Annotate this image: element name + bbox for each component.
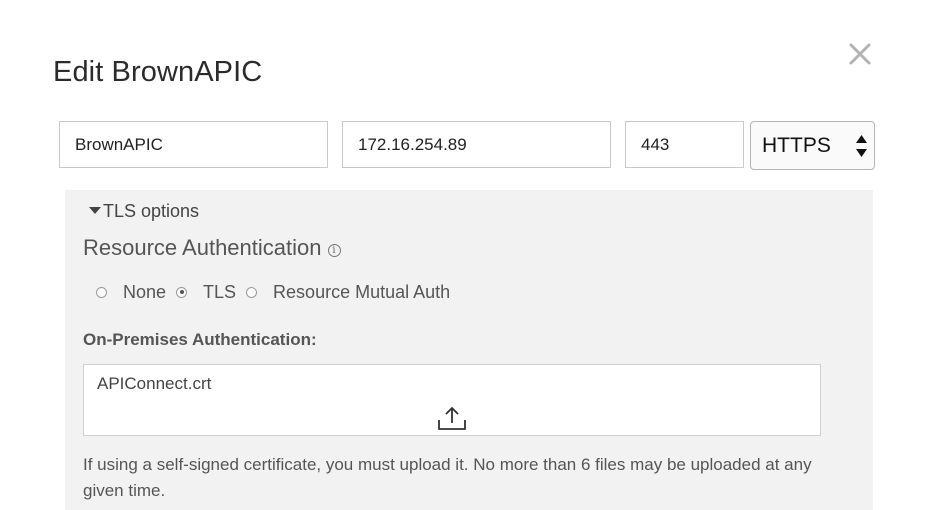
close-icon[interactable] bbox=[846, 40, 874, 68]
radio-label: TLS bbox=[203, 281, 237, 302]
uploaded-file-name: APIConnect.crt bbox=[97, 374, 212, 393]
port-input[interactable] bbox=[625, 121, 744, 168]
upload-note: If using a self-signed certificate, you … bbox=[83, 455, 812, 500]
radio-option-resource-mutual-auth[interactable]: Resource Mutual Auth bbox=[246, 282, 450, 303]
radio-option-none[interactable]: None bbox=[96, 282, 166, 303]
tls-options-panel: TLS options Resource Authentication i Non… bbox=[65, 190, 873, 510]
radio-label: None bbox=[123, 281, 167, 302]
resource-authentication-label: Resource Authentication bbox=[83, 235, 322, 260]
radio-button[interactable] bbox=[176, 286, 188, 298]
radio-option-tls[interactable]: TLS bbox=[176, 282, 236, 303]
resource-auth-radio-group: None TLS Resource Mutual Auth bbox=[96, 282, 460, 302]
tls-options-toggle[interactable]: TLS options bbox=[89, 201, 199, 222]
host-input[interactable] bbox=[342, 121, 611, 168]
triangle-down-icon bbox=[89, 207, 101, 214]
name-input[interactable] bbox=[59, 121, 328, 168]
radio-label: Resource Mutual Auth bbox=[273, 281, 451, 302]
info-icon[interactable]: i bbox=[327, 244, 341, 257]
protocol-select-value: HTTPS bbox=[762, 134, 831, 157]
resource-authentication-heading: Resource Authentication i bbox=[83, 235, 341, 261]
radio-button[interactable] bbox=[246, 286, 258, 298]
radio-button[interactable] bbox=[96, 286, 107, 298]
tls-options-label: TLS options bbox=[103, 201, 200, 221]
protocol-select[interactable]: HTTPS bbox=[750, 121, 875, 170]
onprem-auth-label: On-Premises Authentication: bbox=[83, 330, 317, 349]
select-arrows-icon bbox=[856, 135, 867, 157]
certificate-upload-area[interactable]: APIConnect.crt bbox=[83, 364, 821, 436]
upload-icon[interactable] bbox=[438, 405, 466, 431]
dialog-title: Edit BrownAPIC bbox=[53, 56, 263, 88]
